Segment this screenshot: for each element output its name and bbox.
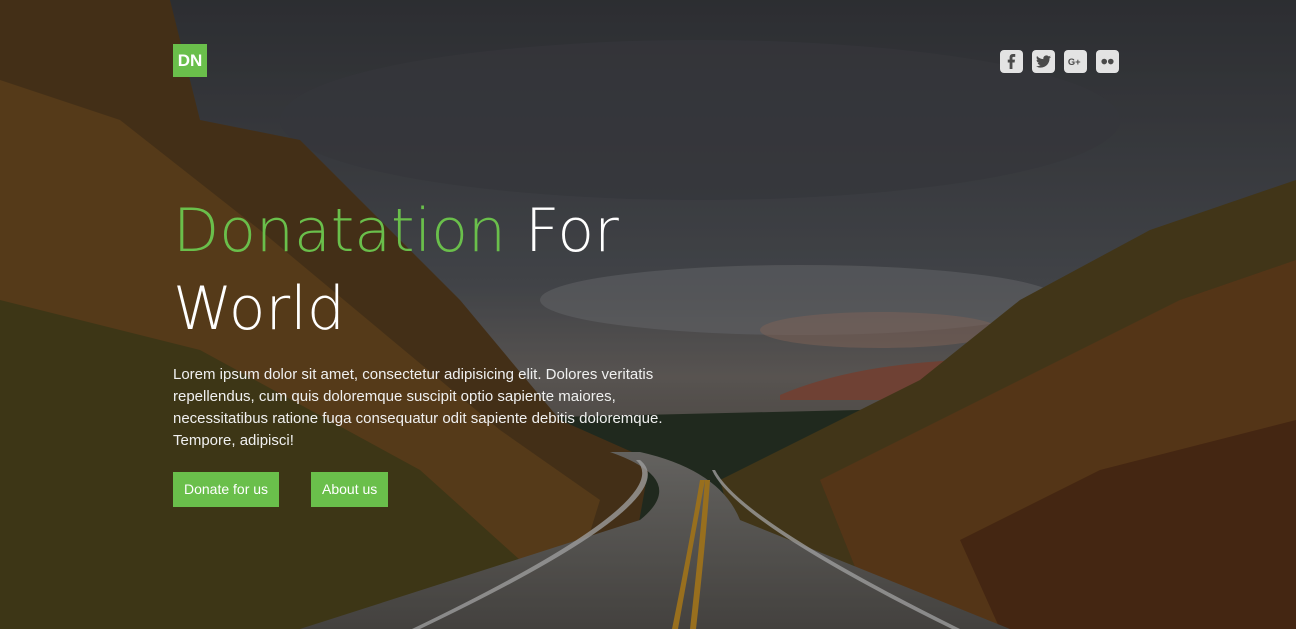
hero-title: Donatation For World <box>173 192 693 348</box>
facebook-icon[interactable] <box>1000 50 1023 73</box>
google-plus-icon[interactable]: G+ <box>1064 50 1087 73</box>
svg-text:G+: G+ <box>1068 57 1081 67</box>
hero-title-accent: Donatation <box>173 196 506 266</box>
hero-section: DN G+ Donatation For World Lorem ipsum d… <box>0 0 1296 629</box>
donate-button[interactable]: Donate for us <box>173 472 280 507</box>
flickr-icon[interactable] <box>1096 50 1119 73</box>
hero-description: Lorem ipsum dolor sit amet, consectetur … <box>173 366 663 449</box>
twitter-icon[interactable] <box>1032 50 1055 73</box>
brand-logo[interactable]: DN <box>173 44 207 77</box>
about-button[interactable]: About us <box>311 472 389 507</box>
social-links: G+ <box>1000 50 1119 73</box>
